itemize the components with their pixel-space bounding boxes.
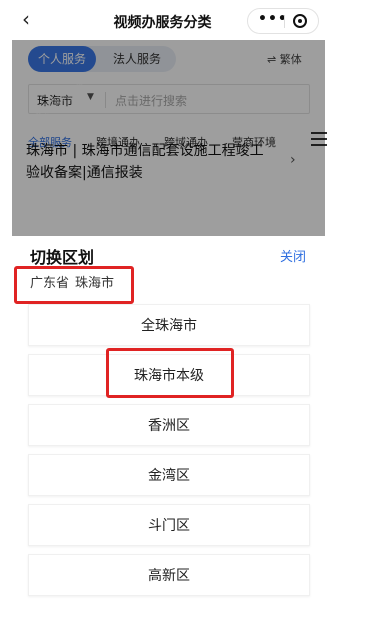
region-option-gaoxin[interactable]: 高新区 [28,554,310,596]
capsule-divider [284,15,285,28]
region-option-doumen[interactable]: 斗门区 [28,504,310,546]
breadcrumb-province[interactable]: 广东省 [30,276,69,291]
region-option-all-zhuhai[interactable]: 全珠海市 [28,304,310,346]
region-option-jinwan[interactable]: 金湾区 [28,454,310,496]
region-switch-sheet: 切换区划 关闭 广东省 珠海市 全珠海市 珠海市本级 香洲区 金湾区 斗门区 高新… [12,236,325,620]
record-icon[interactable] [293,14,307,28]
region-list: 全珠海市 珠海市本级 香洲区 金湾区 斗门区 高新区 [28,304,310,604]
top-navbar: ‹ 视频办服务分类 ••• [0,0,325,40]
page: ‹ 视频办服务分类 ••• 个人服务 法人服务 ⇌ 繁体 珠海市 ▼ 点击进行搜… [0,0,365,620]
region-breadcrumb: 广东省 珠海市 [30,272,114,291]
breadcrumb-city[interactable]: 珠海市 [75,276,114,291]
modal-overlay[interactable] [12,40,325,236]
close-button[interactable]: 关闭 [280,246,306,265]
region-option-zhuhai-municipal[interactable]: 珠海市本级 [28,354,310,396]
region-option-xiangzhou[interactable]: 香洲区 [28,404,310,446]
sheet-title: 切换区划 [30,248,95,267]
mini-program-capsule: ••• [247,8,319,34]
